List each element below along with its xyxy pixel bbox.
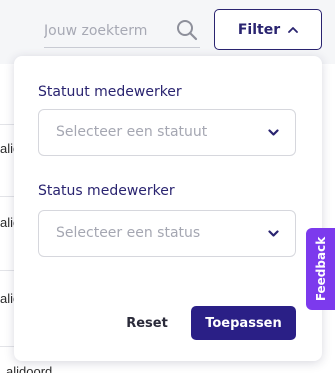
filter-panel: Statuut medewerker Selecteer een statuut… [14, 56, 322, 361]
filter-button-label: Filter [237, 21, 281, 38]
status-select[interactable]: Selecteer een status [38, 210, 296, 257]
statute-select-placeholder: Selecteer een statuut [56, 124, 208, 140]
status-label: Status medewerker [38, 183, 175, 199]
filter-button[interactable]: Filter [214, 9, 322, 50]
row-divider [0, 124, 14, 125]
chevron-up-icon [288, 27, 299, 33]
chevron-down-icon [268, 230, 279, 237]
row-divider [0, 270, 14, 271]
search-input[interactable] [44, 20, 170, 42]
row-divider [0, 196, 14, 197]
statute-label: Statuut medewerker [38, 84, 182, 100]
list-item-partial: alidoord [6, 364, 53, 373]
apply-button[interactable]: Toepassen [191, 306, 296, 340]
search-field[interactable] [44, 16, 200, 48]
search-icon[interactable] [176, 19, 198, 41]
feedback-tab-label: Feedback [313, 236, 328, 302]
chevron-down-icon [268, 129, 279, 136]
reset-button[interactable]: Reset [112, 308, 182, 338]
statute-select[interactable]: Selecteer een statuut [38, 109, 296, 156]
row-divider [0, 346, 14, 347]
feedback-tab[interactable]: Feedback [306, 228, 335, 310]
status-select-placeholder: Selecteer een status [56, 225, 201, 241]
